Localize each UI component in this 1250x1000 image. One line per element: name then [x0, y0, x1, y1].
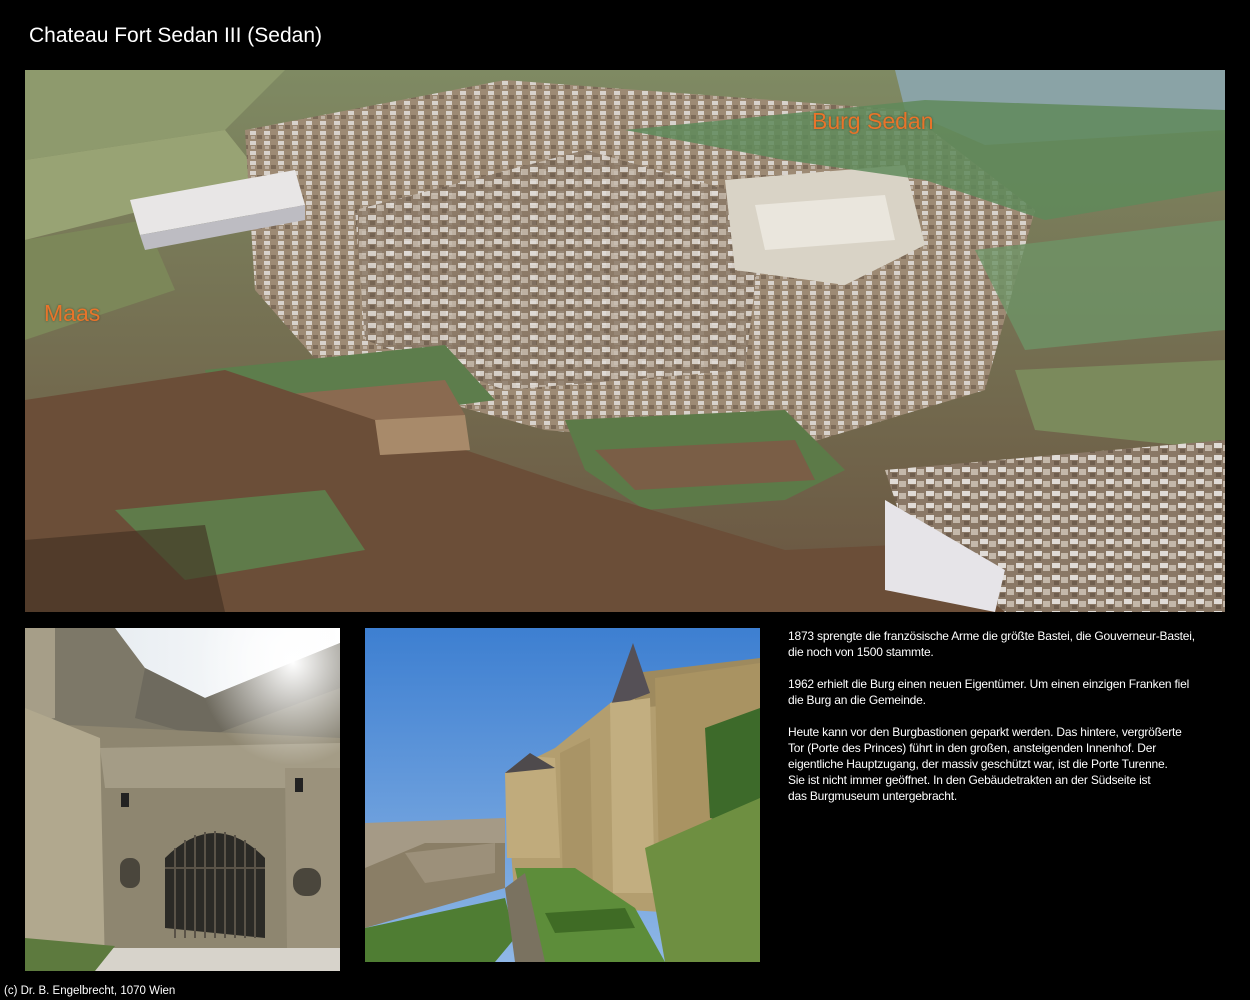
- castle-wall-image: [365, 628, 760, 962]
- paragraph-2: 1962 erhielt die Burg einen neuen Eigent…: [788, 677, 1190, 707]
- paragraph-3: Heute kann vor den Burgbastionen geparkt…: [788, 725, 1182, 803]
- description-text: 1873 sprengte die französische Arme die …: [788, 628, 1218, 820]
- gate-image: [25, 628, 340, 971]
- label-burg-sedan: Burg Sedan: [812, 108, 934, 134]
- copyright-footer: (c) Dr. B. Engelbrecht, 1070 Wien: [4, 985, 176, 997]
- page-title: Chateau Fort Sedan III (Sedan): [29, 24, 323, 47]
- castle-wall-photo[interactable]: [365, 628, 760, 962]
- fortress-model-photo[interactable]: [25, 70, 1225, 612]
- gate-photo[interactable]: [25, 628, 340, 971]
- label-maas: Maas: [44, 300, 101, 326]
- paragraph-1: 1873 sprengte die französische Arme die …: [788, 629, 1195, 659]
- fortress-model-image: [25, 70, 1225, 612]
